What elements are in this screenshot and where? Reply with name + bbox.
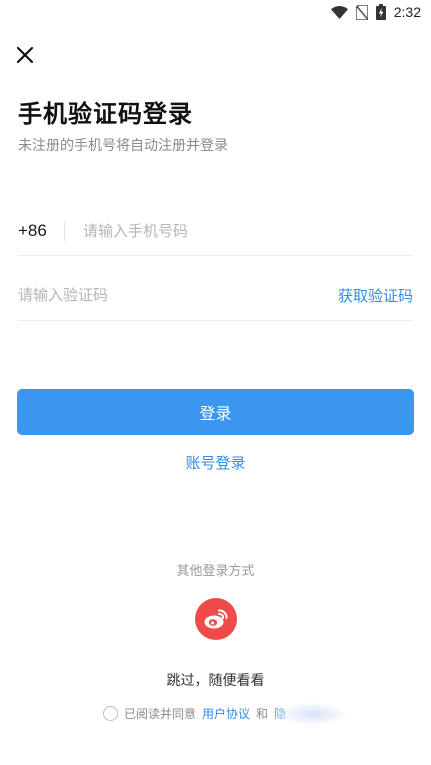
privacy-policy-link[interactable]: 隐 xyxy=(274,705,286,722)
page-subtitle: 未注册的手机号将自动注册并登录 xyxy=(18,138,228,154)
login-screen: 2:32 手机验证码登录 未注册的手机号将自动注册并登录 +86 获取验证码 登… xyxy=(0,0,431,765)
status-time: 2:32 xyxy=(393,4,421,20)
account-login-link[interactable]: 账号登录 xyxy=(0,452,431,473)
phone-input[interactable] xyxy=(83,221,413,240)
phone-row: +86 xyxy=(18,206,413,256)
blur-glow xyxy=(278,702,348,726)
country-code-selector[interactable]: +86 xyxy=(18,221,64,241)
weibo-login-button[interactable] xyxy=(195,598,237,640)
close-icon xyxy=(16,46,34,64)
agree-checkbox[interactable] xyxy=(103,706,118,721)
wifi-icon xyxy=(330,5,348,19)
agreement-conjunction: 和 xyxy=(256,707,269,721)
verification-code-input[interactable] xyxy=(18,286,338,304)
user-agreement-link[interactable]: 用户协议 xyxy=(202,705,250,722)
page-title: 手机验证码登录 xyxy=(18,100,193,128)
divider xyxy=(64,220,65,241)
status-bar: 2:32 xyxy=(0,0,431,24)
other-login-title: 其他登录方式 xyxy=(176,564,255,579)
code-row: 获取验证码 xyxy=(18,270,413,321)
agreement-prefix: 已阅读并同意 xyxy=(124,707,197,721)
agreement-row: 已阅读并同意 用户协议 和 隐 xyxy=(103,705,286,722)
battery-charging-icon xyxy=(375,4,386,20)
weibo-icon xyxy=(204,609,228,629)
close-button[interactable] xyxy=(14,44,36,66)
no-sim-icon xyxy=(355,4,368,20)
get-code-button[interactable]: 获取验证码 xyxy=(338,285,413,306)
skip-link[interactable]: 跳过，随便看看 xyxy=(0,670,431,690)
login-button[interactable]: 登录 xyxy=(17,389,414,435)
